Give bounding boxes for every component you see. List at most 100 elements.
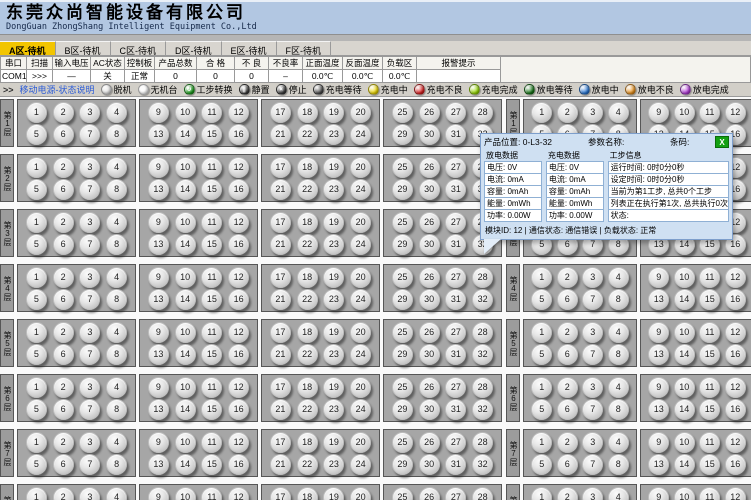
battery-cell-L-4-12[interactable]: 12: [228, 267, 249, 288]
battery-cell-L-4-27[interactable]: 27: [445, 267, 466, 288]
battery-cell-R-6-15[interactable]: 15: [699, 399, 720, 420]
battery-cell-L-6-22[interactable]: 22: [297, 399, 318, 420]
battery-cell-L-2-6[interactable]: 6: [53, 179, 74, 200]
battery-cell-L-5-16[interactable]: 16: [228, 344, 249, 365]
battery-cell-L-6-28[interactable]: 28: [472, 377, 493, 398]
battery-cell-R-1-10[interactable]: 10: [674, 102, 695, 123]
battery-cell-L-2-9[interactable]: 9: [148, 157, 169, 178]
battery-cell-L-2-26[interactable]: 26: [419, 157, 440, 178]
battery-cell-L-7-21[interactable]: 21: [270, 454, 291, 475]
battery-cell-R-7-3[interactable]: 3: [582, 432, 603, 453]
battery-cell-L-5-17[interactable]: 17: [270, 322, 291, 343]
battery-cell-L-1-31[interactable]: 31: [445, 124, 466, 145]
battery-cell-L-2-21[interactable]: 21: [270, 179, 291, 200]
battery-cell-L-4-14[interactable]: 14: [175, 289, 196, 310]
battery-cell-L-7-9[interactable]: 9: [148, 432, 169, 453]
battery-cell-R-7-10[interactable]: 10: [674, 432, 695, 453]
battery-cell-L-3-10[interactable]: 10: [175, 212, 196, 233]
battery-cell-L-6-19[interactable]: 19: [323, 377, 344, 398]
battery-cell-L-4-32[interactable]: 32: [472, 289, 493, 310]
battery-cell-R-5-16[interactable]: 16: [725, 344, 746, 365]
battery-cell-R-7-9[interactable]: 9: [648, 432, 669, 453]
battery-cell-R-4-10[interactable]: 10: [674, 267, 695, 288]
battery-cell-L-5-25[interactable]: 25: [392, 322, 413, 343]
battery-cell-R-6-6[interactable]: 6: [557, 399, 578, 420]
battery-cell-L-6-10[interactable]: 10: [175, 377, 196, 398]
battery-cell-L-4-3[interactable]: 3: [79, 267, 100, 288]
battery-cell-L-7-14[interactable]: 14: [175, 454, 196, 475]
battery-cell-L-3-15[interactable]: 15: [201, 234, 222, 255]
battery-cell-L-5-7[interactable]: 7: [79, 344, 100, 365]
tab-zone-4[interactable]: D区-待机: [166, 41, 222, 55]
battery-cell-L-5-6[interactable]: 6: [53, 344, 74, 365]
battery-cell-R-4-13[interactable]: 13: [648, 289, 669, 310]
battery-cell-L-4-7[interactable]: 7: [79, 289, 100, 310]
battery-cell-L-4-22[interactable]: 22: [297, 289, 318, 310]
battery-cell-R-6-8[interactable]: 8: [608, 399, 629, 420]
battery-cell-L-2-3[interactable]: 3: [79, 157, 100, 178]
battery-cell-L-5-23[interactable]: 23: [323, 344, 344, 365]
battery-cell-L-2-24[interactable]: 24: [350, 179, 371, 200]
battery-cell-L-7-7[interactable]: 7: [79, 454, 100, 475]
battery-cell-L-4-6[interactable]: 6: [53, 289, 74, 310]
tab-zone-2[interactable]: B区-待机: [56, 41, 111, 55]
battery-cell-L-6-18[interactable]: 18: [297, 377, 318, 398]
battery-cell-L-1-27[interactable]: 27: [445, 102, 466, 123]
battery-cell-L-2-5[interactable]: 5: [26, 179, 47, 200]
battery-cell-L-2-2[interactable]: 2: [53, 157, 74, 178]
battery-cell-R-4-7[interactable]: 7: [582, 289, 603, 310]
battery-cell-L-2-4[interactable]: 4: [106, 157, 127, 178]
battery-cell-L-6-8[interactable]: 8: [106, 399, 127, 420]
battery-cell-L-2-18[interactable]: 18: [297, 157, 318, 178]
battery-cell-R-7-4[interactable]: 4: [608, 432, 629, 453]
battery-cell-R-6-5[interactable]: 5: [531, 399, 552, 420]
battery-cell-L-2-11[interactable]: 11: [201, 157, 222, 178]
battery-cell-L-6-24[interactable]: 24: [350, 399, 371, 420]
battery-cell-L-6-17[interactable]: 17: [270, 377, 291, 398]
legend-link[interactable]: 移动电源-状态说明: [20, 83, 95, 96]
battery-cell-L-7-30[interactable]: 30: [419, 454, 440, 475]
battery-cell-L-6-25[interactable]: 25: [392, 377, 413, 398]
battery-cell-L-7-18[interactable]: 18: [297, 432, 318, 453]
battery-cell-L-4-10[interactable]: 10: [175, 267, 196, 288]
battery-cell-L-3-31[interactable]: 31: [445, 234, 466, 255]
battery-cell-L-6-6[interactable]: 6: [53, 399, 74, 420]
battery-cell-L-4-20[interactable]: 20: [350, 267, 371, 288]
battery-cell-L-4-28[interactable]: 28: [472, 267, 493, 288]
popup-close-button[interactable]: X: [715, 136, 729, 148]
battery-cell-L-5-3[interactable]: 3: [79, 322, 100, 343]
battery-cell-L-6-26[interactable]: 26: [419, 377, 440, 398]
battery-cell-L-5-15[interactable]: 15: [201, 344, 222, 365]
battery-cell-L-1-3[interactable]: 3: [79, 102, 100, 123]
battery-cell-R-4-5[interactable]: 5: [531, 289, 552, 310]
battery-cell-L-3-25[interactable]: 25: [392, 212, 413, 233]
battery-cell-R-7-5[interactable]: 5: [531, 454, 552, 475]
battery-cell-L-3-22[interactable]: 22: [297, 234, 318, 255]
battery-cell-L-7-25[interactable]: 25: [392, 432, 413, 453]
battery-cell-L-4-18[interactable]: 18: [297, 267, 318, 288]
battery-cell-R-7-2[interactable]: 2: [557, 432, 578, 453]
battery-cell-R-5-6[interactable]: 6: [557, 344, 578, 365]
battery-cell-R-6-16[interactable]: 16: [725, 399, 746, 420]
battery-cell-L-2-29[interactable]: 29: [392, 179, 413, 200]
battery-cell-L-6-21[interactable]: 21: [270, 399, 291, 420]
battery-cell-R-5-10[interactable]: 10: [674, 322, 695, 343]
battery-cell-R-5-13[interactable]: 13: [648, 344, 669, 365]
battery-cell-L-1-30[interactable]: 30: [419, 124, 440, 145]
battery-cell-L-7-32[interactable]: 32: [472, 454, 493, 475]
battery-cell-L-6-27[interactable]: 27: [445, 377, 466, 398]
battery-cell-L-6-23[interactable]: 23: [323, 399, 344, 420]
battery-cell-R-4-9[interactable]: 9: [648, 267, 669, 288]
battery-cell-R-7-14[interactable]: 14: [674, 454, 695, 475]
battery-cell-R-4-6[interactable]: 6: [557, 289, 578, 310]
battery-cell-R-4-16[interactable]: 16: [725, 289, 746, 310]
battery-cell-L-7-19[interactable]: 19: [323, 432, 344, 453]
battery-cell-L-1-26[interactable]: 26: [419, 102, 440, 123]
battery-cell-L-5-20[interactable]: 20: [350, 322, 371, 343]
battery-cell-L-3-4[interactable]: 4: [106, 212, 127, 233]
battery-cell-R-1-12[interactable]: 12: [725, 102, 746, 123]
battery-cell-L-2-1[interactable]: 1: [26, 157, 47, 178]
battery-cell-R-4-14[interactable]: 14: [674, 289, 695, 310]
battery-cell-R-7-11[interactable]: 11: [699, 432, 720, 453]
battery-cell-L-4-8[interactable]: 8: [106, 289, 127, 310]
